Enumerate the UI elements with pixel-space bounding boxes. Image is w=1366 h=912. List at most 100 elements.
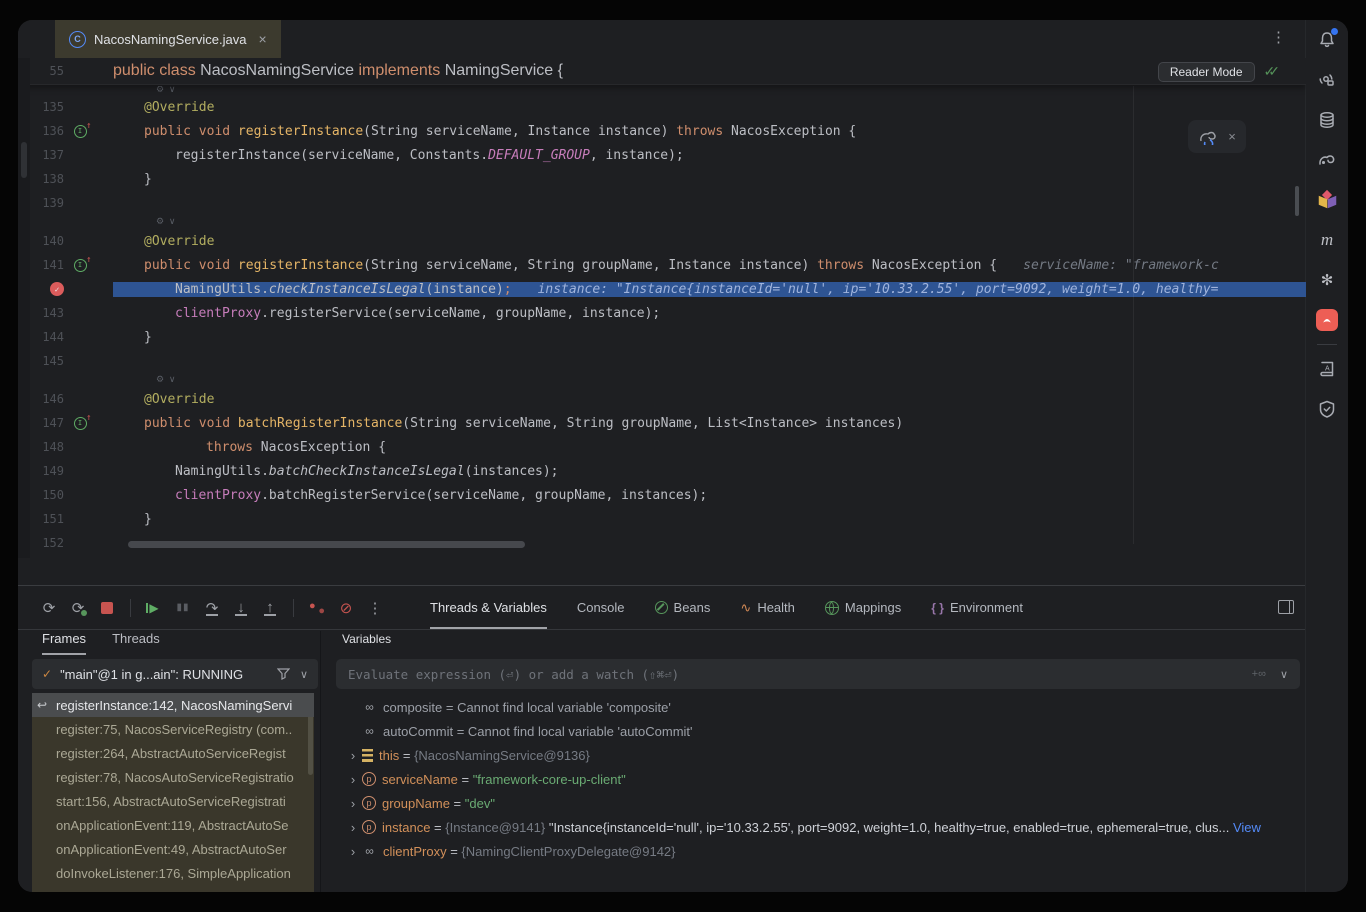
stack-frame-row[interactable]: invokeListener:169, SimpleApplicationE — [32, 885, 314, 892]
step-out-button[interactable] — [261, 599, 279, 617]
tab-frames[interactable]: Frames — [42, 631, 86, 655]
endpoints-icon[interactable] — [1306, 60, 1348, 100]
gradle-icon[interactable] — [1306, 140, 1348, 180]
tab-label: NacosNamingService.java — [94, 32, 246, 47]
resume-button[interactable] — [145, 599, 163, 617]
filter-frames-icon[interactable] — [277, 668, 290, 680]
gutter: 139 — [18, 196, 98, 210]
thread-selector[interactable]: ✓ "main"@1 in g...ain": RUNNING ∨ — [32, 659, 318, 689]
code-line: 138} — [18, 167, 1306, 191]
gear-chevron-inlay-icon[interactable] — [156, 217, 177, 227]
tab-nacosnamingservice[interactable]: C NacosNamingService.java × — [55, 20, 281, 58]
variable-row[interactable]: ›instance = {Instance@9141} "Instance{in… — [324, 815, 1300, 839]
red-app-plugin-icon[interactable] — [1306, 300, 1348, 340]
gradle-sync-icon[interactable] — [1198, 129, 1218, 145]
rerun-button[interactable] — [40, 599, 58, 617]
ide-window: C NacosNamingService.java × ⋮ 55 public … — [18, 20, 1348, 892]
view-link[interactable]: View — [1233, 820, 1261, 835]
stop-button[interactable] — [98, 599, 116, 617]
tab-environment[interactable]: Environment — [931, 586, 1023, 629]
horizontal-scrollbar[interactable] — [128, 541, 525, 548]
add-watch-icon[interactable]: +∞ — [1252, 668, 1266, 680]
plugin-cube-icon[interactable] — [1306, 180, 1348, 220]
java-class-icon: C — [69, 31, 86, 48]
stack-frame-row[interactable]: register:264, AbstractAutoServiceRegist — [32, 741, 314, 765]
stack-frame-row[interactable]: register:75, NacosServiceRegistry (com.. — [32, 717, 314, 741]
frame-text: invokeListener:169, SimpleApplicationE — [56, 890, 284, 893]
thread-label: "main"@1 in g...ain": RUNNING — [60, 667, 277, 682]
chevron-right-icon[interactable]: › — [346, 820, 360, 835]
pause-button[interactable] — [174, 599, 192, 617]
debugger-inline-hint: instance: "Instance{instanceId='null', i… — [538, 282, 1219, 297]
notifications-bell-icon[interactable] — [1306, 20, 1348, 60]
expand-watches-chevron-icon[interactable]: ∨ — [1280, 668, 1288, 681]
tab-health[interactable]: Health — [740, 586, 794, 629]
panel-divider[interactable] — [320, 631, 321, 892]
variable-row[interactable]: ›serviceName = "framework-core-up-client… — [324, 767, 1300, 791]
variable-row[interactable]: autoCommit = Cannot find local variable … — [324, 719, 1300, 743]
close-tab-icon[interactable]: × — [258, 31, 266, 47]
security-shield-icon[interactable] — [1306, 389, 1348, 429]
code-line: 139 — [18, 191, 1306, 215]
code-line: 145 — [18, 349, 1306, 373]
mute-breakpoints-button[interactable] — [337, 599, 355, 617]
reader-mode-button[interactable]: Reader Mode — [1158, 62, 1255, 82]
frame-text: register:75, NacosServiceRegistry (com.. — [56, 722, 292, 737]
breakpoint-icon[interactable] — [50, 282, 64, 296]
variable-row[interactable]: composite = Cannot find local variable '… — [324, 695, 1300, 719]
tab-threads-variables[interactable]: Threads & Variables — [430, 586, 547, 629]
step-over-button[interactable] — [203, 599, 221, 617]
inspections-ok-icon[interactable]: ✓✓ — [1264, 63, 1280, 80]
variables-list: composite = Cannot find local variable '… — [324, 695, 1300, 892]
stack-frame-row[interactable]: doInvokeListener:176, SimpleApplication — [32, 861, 314, 885]
view-breakpoints-button[interactable] — [308, 599, 326, 617]
stack-frame-row[interactable]: start:156, AbstractAutoServiceRegistrati — [32, 789, 314, 813]
variable-row[interactable]: ›this = {NacosNamingService@9136} — [324, 743, 1300, 767]
tab-beans[interactable]: Beans — [655, 586, 711, 629]
chevron-right-icon[interactable]: › — [346, 772, 360, 787]
tab-mappings[interactable]: Mappings — [825, 586, 901, 629]
stack-frame-row[interactable]: ↩registerInstance:142, NacosNamingServi — [32, 693, 314, 717]
variables-panel-title: Variables — [342, 632, 391, 646]
code-text: clientProxy.registerService(serviceName,… — [113, 306, 1306, 321]
variable-row[interactable]: ›groupName = "dev" — [324, 791, 1300, 815]
more-options-button[interactable] — [366, 599, 384, 617]
overrides-method-icon[interactable] — [74, 259, 87, 272]
pinwheel-plugin-icon[interactable]: ✻ — [1306, 260, 1348, 300]
overrides-method-icon[interactable] — [74, 417, 87, 430]
tab-threads[interactable]: Threads — [112, 631, 160, 655]
layout-settings-icon[interactable] — [1278, 600, 1294, 614]
chevron-right-icon[interactable]: › — [346, 748, 360, 763]
tab-options-icon[interactable]: ⋮ — [1271, 28, 1286, 46]
chevron-right-icon[interactable]: › — [346, 796, 360, 811]
debug-subheader: Frames Threads Variables — [18, 631, 1306, 657]
chevron-right-icon[interactable]: › — [346, 844, 360, 859]
dictionary-icon[interactable]: A — [1306, 349, 1348, 389]
evaluate-expression-bar[interactable]: Evaluate expression (⏎) or add a watch (… — [336, 659, 1300, 689]
gear-chevron-inlay-icon[interactable] — [156, 375, 177, 385]
debug-tool-window: Threads & Variables Console Beans Health Map… — [18, 585, 1306, 892]
value-part: {NacosNamingService@9136} — [414, 748, 590, 763]
database-icon[interactable] — [1306, 100, 1348, 140]
step-into-button[interactable] — [232, 599, 250, 617]
gear-chevron-inlay-icon[interactable] — [156, 86, 177, 95]
debugger-inline-hint: serviceName: "framework-c — [1023, 258, 1219, 273]
maven-icon[interactable]: m — [1306, 220, 1348, 260]
value-part: this — [379, 748, 399, 763]
thread-dropdown-chevron-icon[interactable]: ∨ — [300, 668, 308, 681]
variable-row[interactable]: ›clientProxy = {NamingClientProxyDelegat… — [324, 839, 1300, 863]
code-text: public void registerInstance(String serv… — [113, 258, 1306, 273]
gutter: 149 — [18, 464, 98, 478]
dismiss-gradle-popup-icon[interactable]: × — [1228, 129, 1236, 144]
left-strip-thumb[interactable] — [21, 142, 27, 178]
rerun-debug-button[interactable] — [69, 599, 87, 617]
stack-frame-row[interactable]: onApplicationEvent:49, AbstractAutoSer — [32, 837, 314, 861]
debug-header: Threads & Variables Console Beans Health Map… — [18, 586, 1306, 630]
load-gradle-changes-popup: × — [1188, 120, 1246, 153]
code-line: 144} — [18, 325, 1306, 349]
vertical-scrollbar[interactable] — [1295, 186, 1299, 216]
tab-console[interactable]: Console — [577, 586, 625, 629]
overrides-method-icon[interactable] — [74, 125, 87, 138]
stack-frame-row[interactable]: onApplicationEvent:119, AbstractAutoSe — [32, 813, 314, 837]
stack-frame-row[interactable]: register:78, NacosAutoServiceRegistratio — [32, 765, 314, 789]
